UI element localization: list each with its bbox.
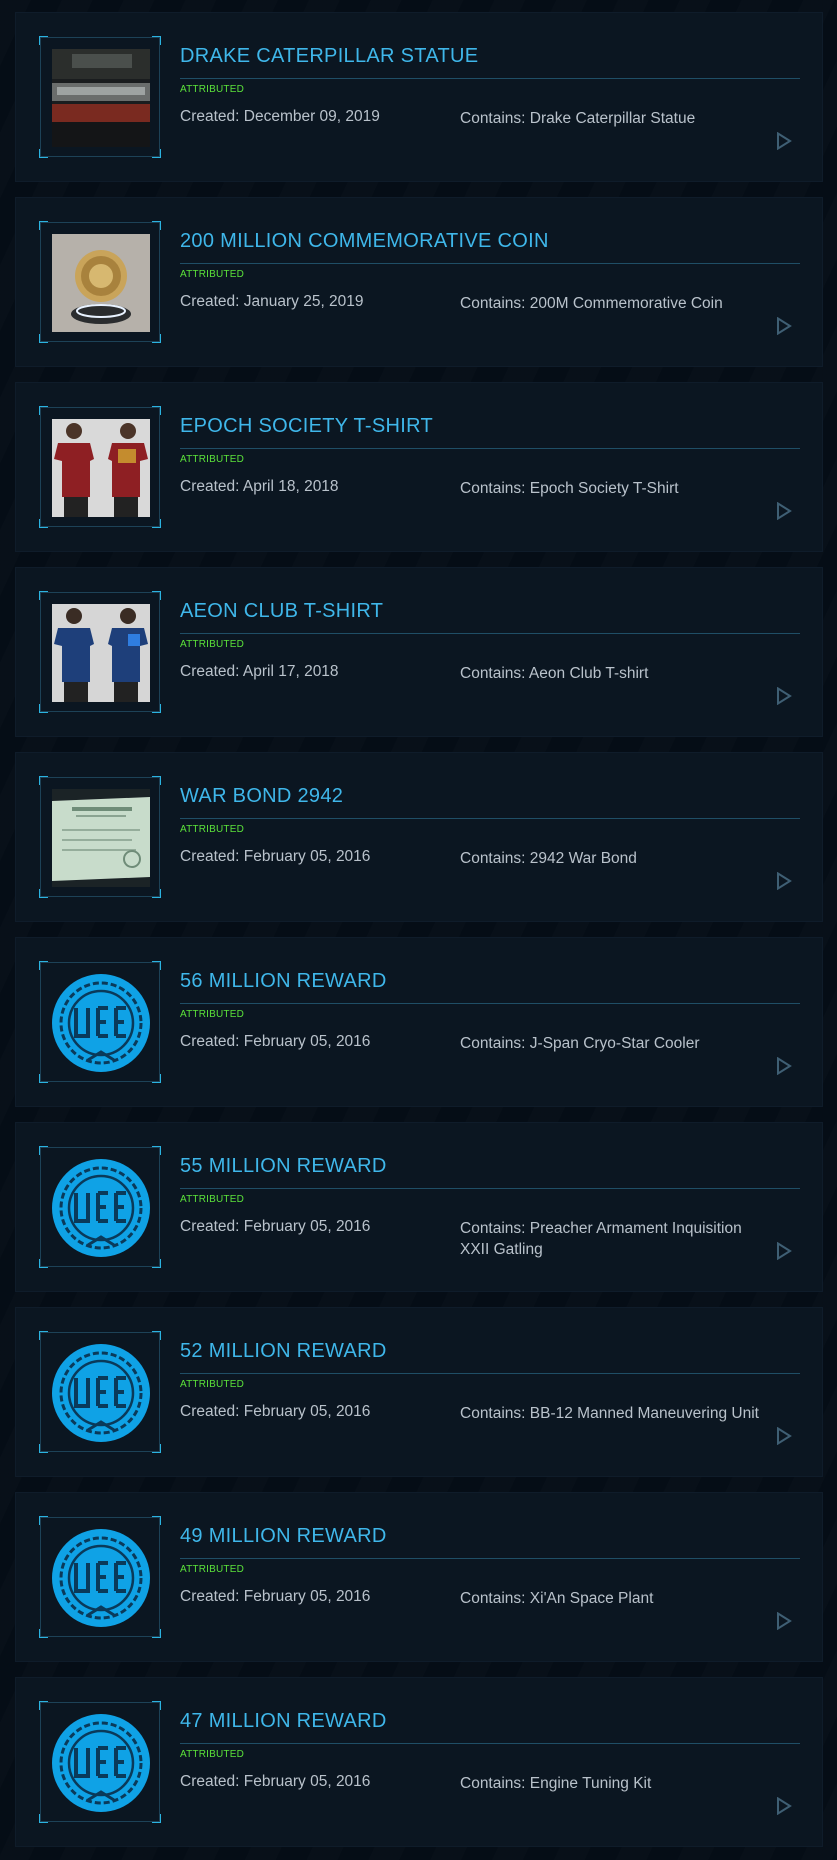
contains-text: Contains: 200M Commemorative Coin <box>460 295 723 312</box>
uee-logo-icon <box>52 1714 150 1812</box>
thumbnail-frame <box>39 1146 161 1268</box>
expand-arrow-icon[interactable] <box>776 501 792 521</box>
thumbnail-frame <box>39 776 161 898</box>
contains-text: Contains: 2942 War Bond <box>460 850 637 867</box>
title-divider <box>180 818 800 819</box>
status-badge: ATTRIBUTED <box>180 824 245 835</box>
created-date: Created: February 05, 2016 <box>180 1218 371 1235</box>
status-badge: ATTRIBUTED <box>180 84 245 95</box>
title-divider <box>180 1003 800 1004</box>
pledge-card[interactable]: 200 MILLION COMMEMORATIVE COIN ATTRIBUTE… <box>15 197 823 367</box>
thumbnail-frame <box>39 406 161 528</box>
status-badge: ATTRIBUTED <box>180 1564 245 1575</box>
pledge-card[interactable]: 49 MILLION REWARD ATTRIBUTED Created: Fe… <box>15 1492 823 1662</box>
created-date: Created: February 05, 2016 <box>180 1033 371 1050</box>
contains-text: Contains: Epoch Society T-Shirt <box>460 480 679 497</box>
pledge-list: DRAKE CATERPILLAR STATUE ATTRIBUTED Crea… <box>0 0 837 1860</box>
title-divider <box>180 1188 800 1189</box>
expand-arrow-icon[interactable] <box>776 131 792 151</box>
pledge-card[interactable]: 47 MILLION REWARD ATTRIBUTED Created: Fe… <box>15 1677 823 1847</box>
contains-text: Contains: J-Span Cryo-Star Cooler <box>460 1035 700 1052</box>
uee-logo-icon <box>52 1159 150 1257</box>
pledge-card[interactable]: 52 MILLION REWARD ATTRIBUTED Created: Fe… <box>15 1307 823 1477</box>
contains-text: Contains: Engine Tuning Kit <box>460 1775 652 1792</box>
contains-text: Contains: Drake Caterpillar Statue <box>460 110 696 127</box>
expand-arrow-icon[interactable] <box>776 1241 792 1261</box>
caterpillar-statue-image <box>52 49 150 147</box>
blue-tshirt-image <box>52 604 150 702</box>
contains-text: Contains: BB-12 Manned Maneuvering Unit <box>460 1405 759 1422</box>
thumbnail-frame <box>39 1516 161 1638</box>
thumbnail-frame <box>39 36 161 158</box>
created-date: Created: December 09, 2019 <box>180 108 380 125</box>
title-divider <box>180 1373 800 1374</box>
pledge-card[interactable]: 55 MILLION REWARD ATTRIBUTED Created: Fe… <box>15 1122 823 1292</box>
pledge-card[interactable]: AEON CLUB T-SHIRT ATTRIBUTED Created: Ap… <box>15 567 823 737</box>
status-badge: ATTRIBUTED <box>180 454 245 465</box>
created-date: Created: April 18, 2018 <box>180 478 339 495</box>
pledge-title[interactable]: DRAKE CATERPILLAR STATUE <box>180 45 478 68</box>
expand-arrow-icon[interactable] <box>776 686 792 706</box>
pledge-title[interactable]: 56 MILLION REWARD <box>180 970 387 993</box>
war-bond-certificate-image <box>52 789 150 887</box>
thumbnail-frame <box>39 591 161 713</box>
thumbnail-frame <box>39 1701 161 1823</box>
pledge-card[interactable]: EPOCH SOCIETY T-SHIRT ATTRIBUTED Created… <box>15 382 823 552</box>
title-divider <box>180 263 800 264</box>
pledge-title[interactable]: 52 MILLION REWARD <box>180 1340 387 1363</box>
red-tshirt-image <box>52 419 150 517</box>
title-divider <box>180 1558 800 1559</box>
contains-text: Contains: Xi'An Space Plant <box>460 1590 654 1607</box>
created-date: Created: April 17, 2018 <box>180 663 339 680</box>
created-date: Created: February 05, 2016 <box>180 1773 371 1790</box>
expand-arrow-icon[interactable] <box>776 316 792 336</box>
expand-arrow-icon[interactable] <box>776 1796 792 1816</box>
expand-arrow-icon[interactable] <box>776 871 792 891</box>
pledge-title[interactable]: AEON CLUB T-SHIRT <box>180 600 383 623</box>
status-badge: ATTRIBUTED <box>180 1749 245 1760</box>
pledge-title[interactable]: WAR BOND 2942 <box>180 785 343 808</box>
pledge-card[interactable]: 56 MILLION REWARD ATTRIBUTED Created: Fe… <box>15 937 823 1107</box>
expand-arrow-icon[interactable] <box>776 1056 792 1076</box>
created-date: Created: February 05, 2016 <box>180 1588 371 1605</box>
contains-text: Contains: Preacher Armament Inquisition … <box>460 1220 742 1258</box>
title-divider <box>180 78 800 79</box>
pledge-title[interactable]: EPOCH SOCIETY T-SHIRT <box>180 415 433 438</box>
uee-logo-icon <box>52 974 150 1072</box>
pledge-card[interactable]: DRAKE CATERPILLAR STATUE ATTRIBUTED Crea… <box>15 12 823 182</box>
thumbnail-frame <box>39 1331 161 1453</box>
contains-text: Contains: Aeon Club T-shirt <box>460 665 649 682</box>
status-badge: ATTRIBUTED <box>180 1379 245 1390</box>
pledge-title[interactable]: 49 MILLION REWARD <box>180 1525 387 1548</box>
status-badge: ATTRIBUTED <box>180 1009 245 1020</box>
pledge-title[interactable]: 200 MILLION COMMEMORATIVE COIN <box>180 230 549 253</box>
status-badge: ATTRIBUTED <box>180 639 245 650</box>
created-date: Created: February 05, 2016 <box>180 848 371 865</box>
thumbnail-frame <box>39 221 161 343</box>
title-divider <box>180 633 800 634</box>
commemorative-coin-image <box>52 234 150 332</box>
uee-logo-icon <box>52 1529 150 1627</box>
expand-arrow-icon[interactable] <box>776 1426 792 1446</box>
status-badge: ATTRIBUTED <box>180 269 245 280</box>
status-badge: ATTRIBUTED <box>180 1194 245 1205</box>
title-divider <box>180 1743 800 1744</box>
pledge-title[interactable]: 47 MILLION REWARD <box>180 1710 387 1733</box>
title-divider <box>180 448 800 449</box>
expand-arrow-icon[interactable] <box>776 1611 792 1631</box>
uee-logo-icon <box>52 1344 150 1442</box>
pledge-title[interactable]: 55 MILLION REWARD <box>180 1155 387 1178</box>
thumbnail-frame <box>39 961 161 1083</box>
created-date: Created: February 05, 2016 <box>180 1403 371 1420</box>
pledge-card[interactable]: WAR BOND 2942 ATTRIBUTED Created: Februa… <box>15 752 823 922</box>
created-date: Created: January 25, 2019 <box>180 293 364 310</box>
